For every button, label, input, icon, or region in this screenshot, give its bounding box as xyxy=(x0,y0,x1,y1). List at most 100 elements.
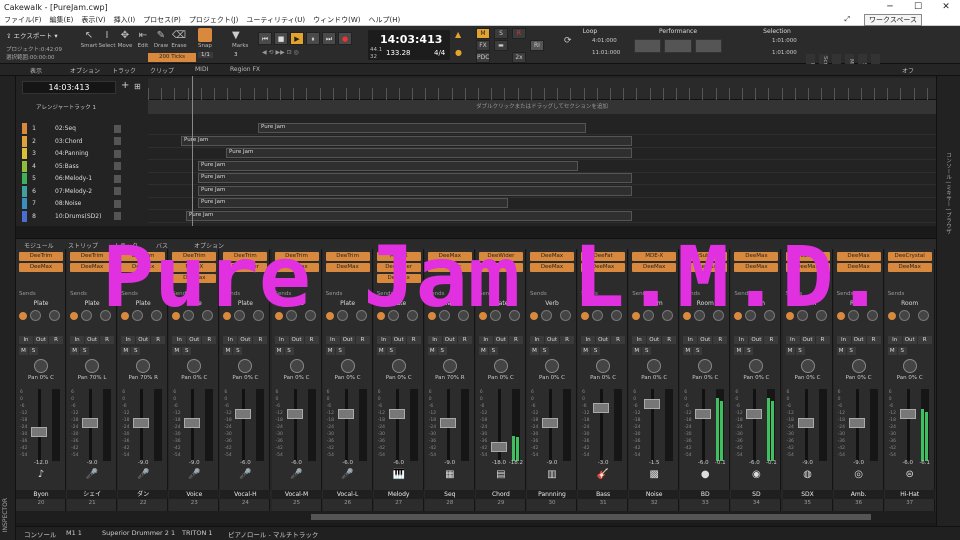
fx-slot[interactable]: DeeWider xyxy=(223,263,268,272)
volume-fader[interactable] xyxy=(746,409,763,420)
fx-slot[interactable]: DeeMax xyxy=(121,263,166,272)
send-level-knob[interactable] xyxy=(541,310,552,321)
pan-knob[interactable] xyxy=(136,359,151,373)
io-button[interactable]: In xyxy=(530,336,544,344)
volume-fader[interactable] xyxy=(490,442,507,453)
send-name[interactable]: Room xyxy=(834,300,884,307)
io-button[interactable]: Out xyxy=(85,336,100,344)
loop-end[interactable]: 11:01:000 xyxy=(592,50,620,56)
pause-button[interactable]: ⏸ xyxy=(306,32,320,45)
fx-slot[interactable]: DeeWider xyxy=(478,252,523,261)
mute-button[interactable]: M xyxy=(478,347,488,355)
loop-icon[interactable]: ⟳ xyxy=(564,36,572,46)
menu-help[interactable]: ヘルプ(H) xyxy=(369,15,401,25)
maximize-button[interactable]: ☐ xyxy=(904,2,932,12)
send-level-knob[interactable] xyxy=(183,310,195,321)
io-button[interactable]: R xyxy=(662,336,677,344)
send-level-knob[interactable] xyxy=(847,310,859,321)
fx-slot[interactable]: DeeTrim xyxy=(223,252,268,261)
record-mode-icon[interactable]: ● xyxy=(455,48,462,57)
off-toggle[interactable]: オフ xyxy=(902,66,914,75)
select-tool[interactable]: I Select xyxy=(98,30,116,49)
solo-mode[interactable]: S xyxy=(494,28,508,39)
solo-button[interactable]: S xyxy=(897,347,907,355)
clip[interactable]: Pure Jam xyxy=(198,198,508,208)
solo-button[interactable]: S xyxy=(233,347,243,355)
solo-button[interactable]: S xyxy=(284,347,294,355)
track-lane[interactable]: Pure Jam xyxy=(148,210,936,223)
fader-track[interactable] xyxy=(293,389,297,461)
send-pan-knob[interactable] xyxy=(100,310,112,321)
solo-button[interactable]: S xyxy=(437,347,447,355)
io-button[interactable]: In xyxy=(427,336,442,344)
track-name[interactable]: 04:Panning xyxy=(55,150,113,157)
record-button[interactable]: ● xyxy=(338,32,352,45)
io-button[interactable]: Out xyxy=(187,336,202,344)
menu-view[interactable]: 表示(V) xyxy=(81,15,105,25)
send-name[interactable]: Plate xyxy=(220,300,270,307)
track-menu-button[interactable] xyxy=(114,212,121,220)
fx-slot[interactable]: DeeMax xyxy=(683,263,728,272)
io-button[interactable]: Out xyxy=(136,336,151,344)
mute-button[interactable]: M xyxy=(836,347,846,355)
volume-fader[interactable] xyxy=(31,427,47,438)
fx-slot[interactable]: MDE-X xyxy=(632,252,677,261)
send-pan-knob[interactable] xyxy=(611,310,623,321)
pan-knob[interactable] xyxy=(289,359,304,373)
send-enable-icon[interactable] xyxy=(530,312,538,320)
io-button[interactable]: R xyxy=(764,336,779,344)
send-level-knob[interactable] xyxy=(234,310,246,321)
strip-name[interactable]: Seq xyxy=(424,490,475,499)
strip-name[interactable]: Vocal-L xyxy=(322,490,373,499)
fx-slot[interactable]: DeeMax xyxy=(887,263,932,272)
fx-slot[interactable]: DeeMax xyxy=(785,263,830,272)
rewind-button[interactable]: ⏮ xyxy=(258,32,272,45)
pan-knob[interactable] xyxy=(442,359,457,373)
io-button[interactable]: R xyxy=(611,336,626,344)
io-button[interactable]: Out xyxy=(442,336,457,344)
pan-knob[interactable] xyxy=(187,359,202,373)
send-level-knob[interactable] xyxy=(489,310,501,321)
fx-slot[interactable]: DeeMax xyxy=(376,274,421,283)
strip-name[interactable]: Noise xyxy=(629,490,680,499)
pan-knob[interactable] xyxy=(545,359,559,373)
strip-name[interactable]: シェイ xyxy=(67,490,118,499)
selection-end[interactable]: 1:01:000 xyxy=(772,50,802,56)
send-enable-icon[interactable] xyxy=(734,312,743,320)
mute-button[interactable]: M xyxy=(581,347,591,355)
pan-knob[interactable] xyxy=(340,359,355,373)
io-button[interactable]: In xyxy=(172,336,187,344)
mute-button[interactable]: M xyxy=(785,347,795,355)
send-pan-knob[interactable] xyxy=(764,310,776,321)
fx-slot[interactable]: DeeMax xyxy=(325,263,370,272)
mute-button[interactable]: M xyxy=(683,347,693,355)
forward-button[interactable]: ⏭ xyxy=(322,32,336,45)
track-name[interactable]: 05:Bass xyxy=(55,163,113,170)
track-menu-button[interactable] xyxy=(114,137,121,145)
fader-track[interactable] xyxy=(344,389,348,461)
pan-knob[interactable] xyxy=(647,359,662,373)
io-button[interactable]: R xyxy=(151,336,166,344)
io-button[interactable]: In xyxy=(836,336,851,344)
fader-track[interactable] xyxy=(38,389,41,461)
track-now-time[interactable]: 14:03:413 xyxy=(22,81,116,94)
send-enable-icon[interactable] xyxy=(683,312,692,320)
2x-mode[interactable]: 2x xyxy=(512,52,526,63)
track-menu-button[interactable] xyxy=(114,149,121,158)
send-pan-knob[interactable] xyxy=(49,310,60,321)
send-level-knob[interactable] xyxy=(694,310,706,321)
mute-button[interactable]: M xyxy=(530,347,539,355)
solo-button[interactable]: S xyxy=(591,347,601,355)
io-button[interactable]: In xyxy=(19,336,33,344)
loop-start[interactable]: 4:01:000 xyxy=(592,38,620,44)
clip[interactable]: Pure Jam xyxy=(258,123,586,133)
send-level-knob[interactable] xyxy=(745,310,757,321)
send-enable-icon[interactable] xyxy=(376,312,385,320)
track-name[interactable]: 07:Melody-2 xyxy=(55,188,113,195)
smart-tool[interactable]: ↖ Smart xyxy=(80,30,98,49)
io-button[interactable]: R xyxy=(917,336,932,344)
send-enable-icon[interactable] xyxy=(223,312,232,320)
track-header[interactable]: 6 07:Melody-2 xyxy=(22,185,126,197)
fx-slot[interactable]: DeeTrim xyxy=(19,252,63,261)
track-header[interactable]: 2 03:Chord xyxy=(22,135,126,147)
